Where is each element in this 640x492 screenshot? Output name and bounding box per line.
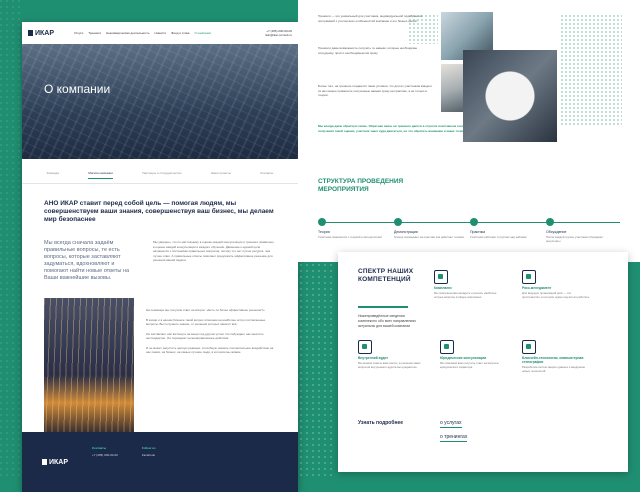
blockchain-icon (522, 340, 536, 354)
competence-item[interactable]: Юридические консультации Мы поможем вам … (440, 340, 508, 370)
decorative-dots (560, 14, 622, 126)
nav-item-about[interactable]: О компании (194, 31, 211, 35)
competence-item[interactable]: Блокчейн-технологии, компьютерная стеног… (522, 340, 590, 374)
hero-banner: О компании (22, 44, 298, 159)
competences-card: СПЕКТР НАШИХ КОМПЕТЕНЦИЙ Нижеприведённые… (338, 252, 628, 472)
nav-item-services[interactable]: Услуги (74, 31, 83, 35)
step-title: Теория (318, 230, 330, 234)
competence-desc: Мы поможем вам получить ответ на вопросы… (440, 361, 499, 369)
competence-title: Юридические консультации (440, 356, 487, 360)
quote-paragraph-4: И он может запустить цепную реакцию, спо… (146, 345, 274, 355)
step-item: Практика Участники работают в группах на… (470, 218, 540, 240)
step-dot (546, 218, 554, 226)
competence-title: Блокчейн-технологии, компьютерная стеног… (522, 356, 584, 364)
competence-title: Риск-менеджмент (522, 286, 552, 290)
city-section: На семинаре мы получим ответ на вопрос: … (22, 282, 298, 438)
site-header: ИКАР Услуги Тренинги Некоммерческая деят… (22, 22, 298, 44)
step-dot (318, 218, 326, 226)
header-email[interactable]: ikar@ikar-consult.ru (265, 33, 292, 37)
competences-title: СПЕКТР НАШИХ КОМПЕТЕНЦИЙ (358, 268, 414, 283)
about-tabs: Команда Миссия компании Партнеры и сотру… (22, 159, 298, 184)
step-item: Демонстрация Тренер показывает на практи… (394, 218, 464, 240)
city-night-photo (44, 298, 134, 438)
competence-title: Комплаенс (434, 286, 452, 290)
logo-icon (28, 30, 33, 36)
step-desc: Участники знакомятся с теорией и методол… (318, 235, 382, 239)
city-section-text: На семинаре мы получим ответ на вопрос: … (146, 298, 276, 438)
site-footer: ИКАР Контакты +7 (495) 000-00-00 Follow … (22, 432, 298, 492)
intro-left-text: Мы всегда сначала задаём правильные вопр… (44, 240, 130, 281)
step-title: Обсуждение (546, 230, 567, 234)
about-page-mockup: ИКАР Услуги Тренинги Некоммерческая деят… (22, 22, 298, 492)
quote-paragraph-3: Он заставляет нас взглянуть на вещи под … (146, 331, 264, 341)
meeting-table-photo (463, 50, 557, 142)
intro-section: Мы всегда сначала задаём правильные вопр… (22, 224, 298, 282)
step-dot (394, 218, 402, 226)
step-dot (470, 218, 478, 226)
trainings-text-3: Более того, на тренинге создаются такие … (318, 84, 433, 98)
trainings-panel: Тренинги — это уникальный для участника,… (298, 0, 640, 262)
mission-lead: АНО ИКАР ставит перед собой цель — помог… (44, 200, 274, 223)
logo-text: ИКАР (35, 29, 55, 37)
nav-item-nonprofit[interactable]: Некоммерческая деятельность (106, 31, 150, 35)
step-item: Обсуждение После каждой группы участники… (546, 218, 616, 243)
competence-desc: Для ведущих организаций риск — это прост… (522, 291, 590, 299)
main-nav: Услуги Тренинги Некоммерческая деятельно… (74, 31, 211, 35)
footer-contacts: Контакты +7 (495) 000-00-00 (92, 446, 118, 478)
footer-social-link[interactable]: Facebook (142, 453, 156, 457)
internal-audit-icon (358, 340, 372, 354)
footer-logo-text: ИКАР (49, 458, 69, 466)
tab-mission[interactable]: Миссия компании (88, 171, 113, 179)
step-item: Теория Участники знакомятся с теорией и … (318, 218, 388, 240)
competence-item[interactable]: Комплаенс Мы помогаем вам наладить и реш… (434, 270, 502, 300)
competence-desc: Разработка систем защиты данных и внедре… (522, 365, 586, 373)
competences-intro: Нижеприведённые сведения комплексно обо … (358, 314, 416, 328)
learn-more-label: Узнать подробнее (358, 420, 404, 426)
footer-logo[interactable]: ИКАР (42, 446, 68, 478)
trainings-link[interactable]: о тренингах (440, 434, 468, 442)
trainings-paragraph-2: Тренинги даже возможность получить те на… (318, 46, 418, 55)
step-title: Практика (470, 230, 486, 234)
competence-desc: Мы помогаем вам наладить и решить наибол… (434, 291, 497, 299)
tab-contacts[interactable]: Контакты (260, 171, 273, 179)
nav-item-news[interactable]: Новости (155, 31, 167, 35)
nav-item-ethics[interactable]: Фонд и этика (171, 31, 189, 35)
footer-contacts-title: Контакты (92, 446, 107, 450)
structure-title: СТРУКТУРА ПРОВЕДЕНИЯ МЕРОПРИЯТИЯ (318, 178, 404, 193)
step-desc: Участники работают в группах над кейсами (470, 235, 527, 239)
tab-projects[interactable]: Наши проекты (211, 171, 231, 179)
intro-right-text: Мы уверены, что по-настоящему в оценке к… (153, 240, 274, 262)
trainings-paragraph-3: Более того, на тренинге создаются такие … (318, 84, 433, 97)
risk-management-icon (522, 270, 536, 284)
step-title: Демонстрация (394, 230, 418, 234)
quote-paragraph-2: В жизни и в нашем бизнесе такой вопрос о… (146, 317, 266, 327)
competence-item[interactable]: Риск-менеджмент Для ведущих организаций … (522, 270, 590, 300)
logo[interactable]: ИКАР (28, 30, 54, 37)
footer-follow-title: Follow us (141, 446, 156, 450)
tab-team[interactable]: Команда (47, 171, 59, 179)
competence-desc: Мы можем помочь вам понять, в решении ка… (358, 361, 421, 369)
services-link[interactable]: о услугах (440, 420, 462, 428)
legal-icon (440, 340, 454, 354)
footer-logo-icon (42, 459, 47, 465)
footer-follow: Follow us Facebook (142, 446, 156, 478)
competence-title: Внутренний аудит (358, 356, 388, 360)
header-contacts: +7 (495) 000-00-00 ikar@ikar-consult.ru (265, 29, 292, 37)
step-desc: Тренер показывает на практике как работа… (394, 235, 464, 239)
page-title: О компании (44, 82, 111, 96)
title-underline (358, 306, 408, 308)
quote-paragraph-1: На семинаре мы получим ответ на вопрос: … (146, 308, 265, 312)
compliance-icon (434, 270, 448, 284)
nav-item-trainings[interactable]: Тренинги (88, 31, 101, 35)
decorative-dots-small (408, 14, 438, 44)
tab-partners[interactable]: Партнеры и сотрудничество (142, 171, 181, 179)
footer-phone[interactable]: +7 (495) 000-00-00 (92, 453, 118, 457)
competence-item[interactable]: Внутренний аудит Мы можем помочь вам пон… (358, 340, 426, 370)
trainings-text-2: Тренинги даже возможность получить те на… (318, 46, 433, 55)
step-desc: После каждой группы участники обсуждают … (546, 235, 604, 243)
